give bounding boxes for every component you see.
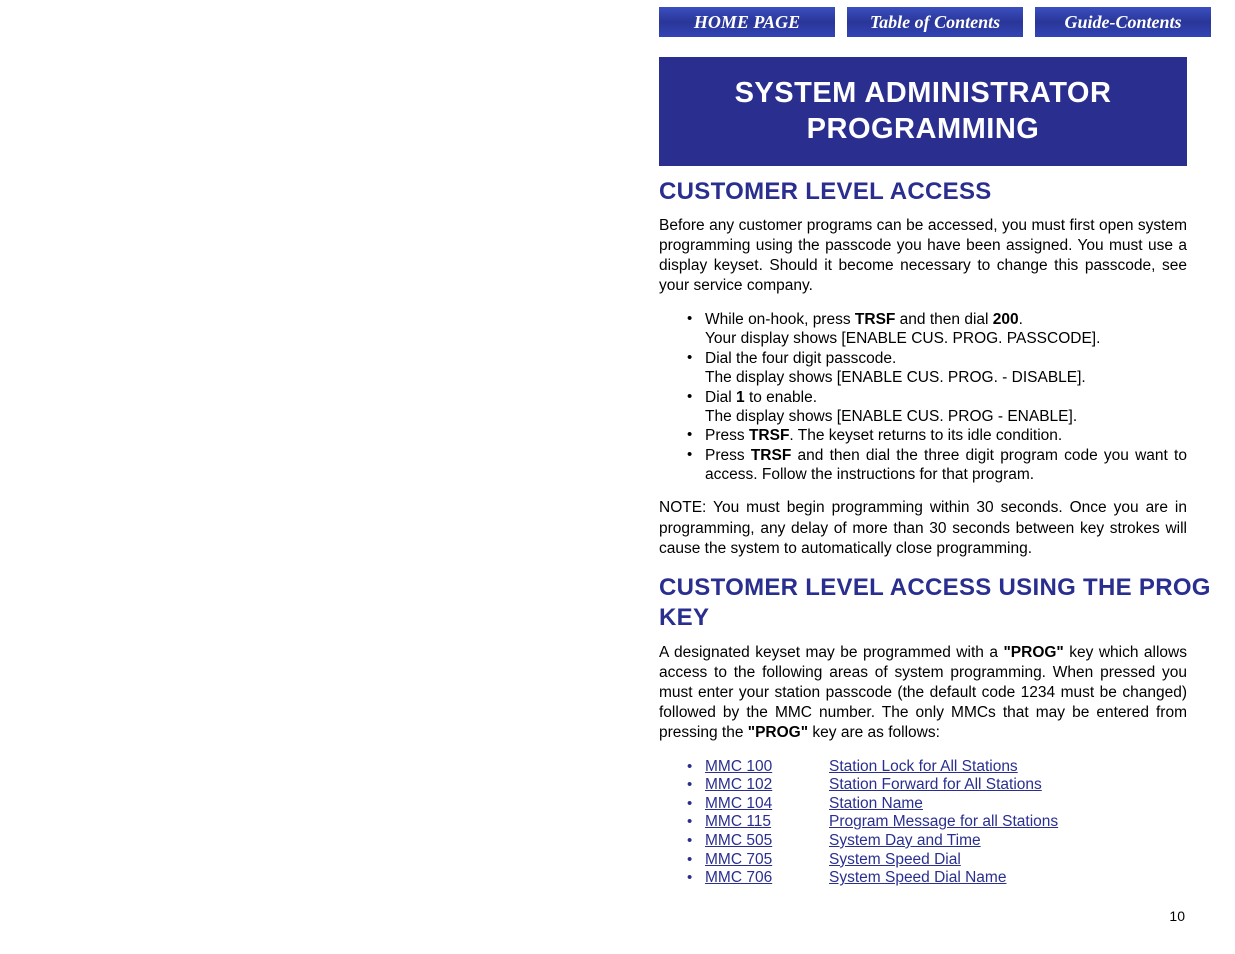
table-of-contents-button[interactable]: Table of Contents xyxy=(847,7,1023,37)
mmc-desc-link[interactable]: System Speed Dial xyxy=(829,851,961,870)
bold-trsf: TRSF xyxy=(855,311,895,328)
text: Your display shows [ENABLE CUS. PROG. PA… xyxy=(705,330,1100,347)
bullet-item: Dial 1 to enable. The display shows [ENA… xyxy=(659,388,1187,427)
mmc-item: MMC 104Station Name xyxy=(659,795,1187,814)
text: Dial the four digit passcode. xyxy=(705,350,896,367)
text: The display shows [ENABLE CUS. PROG. - D… xyxy=(705,369,1086,386)
bold-prog: "PROG" xyxy=(1003,644,1063,661)
text: key are as follows: xyxy=(808,724,940,741)
mmc-code-link[interactable]: MMC 104 xyxy=(705,795,829,814)
section2-intro: A designated keyset may be programmed wi… xyxy=(659,643,1187,744)
mmc-code-link[interactable]: MMC 100 xyxy=(705,758,829,777)
text: to enable. xyxy=(745,389,817,406)
section1-intro: Before any customer programs can be acce… xyxy=(659,216,1187,297)
mmc-desc-link[interactable]: Program Message for all Stations xyxy=(829,813,1058,832)
mmc-desc-link[interactable]: System Speed Dial Name xyxy=(829,869,1006,888)
nav-bar: HOME PAGE Table of Contents Guide-Conten… xyxy=(659,7,1217,37)
bold-200: 200 xyxy=(993,311,1019,328)
section1-note: NOTE: You must begin programming within … xyxy=(659,498,1187,558)
bold-prog: "PROG" xyxy=(748,724,808,741)
bullet-item: Press TRSF. The keyset returns to its id… xyxy=(659,426,1187,445)
bullet-item: Press TRSF and then dial the three digit… xyxy=(659,446,1187,485)
bullet-item: Dial the four digit passcode. The displa… xyxy=(659,349,1187,388)
mmc-desc-link[interactable]: Station Forward for All Stations xyxy=(829,776,1042,795)
text: A designated keyset may be programmed wi… xyxy=(659,644,1003,661)
mmc-item: MMC 706System Speed Dial Name xyxy=(659,869,1187,888)
text: . xyxy=(1019,311,1023,328)
text: While on-hook, press xyxy=(705,311,855,328)
text: . The keyset returns to its idle conditi… xyxy=(789,427,1062,444)
bold-trsf: TRSF xyxy=(751,447,791,464)
bold-1: 1 xyxy=(736,389,745,406)
mmc-code-link[interactable]: MMC 115 xyxy=(705,813,829,832)
mmc-desc-link[interactable]: Station Name xyxy=(829,795,923,814)
section1-bullets: While on-hook, press TRSF and then dial … xyxy=(659,310,1187,484)
section2-heading: CUSTOMER LEVEL ACCESS USING THE PROG KEY xyxy=(659,573,1217,633)
bold-trsf: TRSF xyxy=(749,427,789,444)
mmc-item: MMC 102Station Forward for All Stations xyxy=(659,776,1187,795)
mmc-item: MMC 705System Speed Dial xyxy=(659,851,1187,870)
section1-heading: CUSTOMER LEVEL ACCESS xyxy=(659,178,1217,206)
mmc-item: MMC 100Station Lock for All Stations xyxy=(659,758,1187,777)
mmc-item: MMC 505System Day and Time xyxy=(659,832,1187,851)
mmc-code-link[interactable]: MMC 706 xyxy=(705,869,829,888)
mmc-code-link[interactable]: MMC 102 xyxy=(705,776,829,795)
text: and then dial xyxy=(895,311,992,328)
page-title-banner: SYSTEM ADMINISTRATOR PROGRAMMING xyxy=(659,57,1187,166)
page-number: 10 xyxy=(1169,908,1185,924)
mmc-code-link[interactable]: MMC 705 xyxy=(705,851,829,870)
mmc-code-link[interactable]: MMC 505 xyxy=(705,832,829,851)
bullet-item: While on-hook, press TRSF and then dial … xyxy=(659,310,1187,349)
mmc-list: MMC 100Station Lock for All Stations MMC… xyxy=(659,758,1187,888)
mmc-item: MMC 115Program Message for all Stations xyxy=(659,813,1187,832)
text: Dial xyxy=(705,389,736,406)
guide-contents-button[interactable]: Guide-Contents xyxy=(1035,7,1211,37)
text: The display shows [ENABLE CUS. PROG - EN… xyxy=(705,408,1077,425)
text: Press xyxy=(705,427,749,444)
home-page-button[interactable]: HOME PAGE xyxy=(659,7,835,37)
mmc-desc-link[interactable]: Station Lock for All Stations xyxy=(829,758,1018,777)
mmc-desc-link[interactable]: System Day and Time xyxy=(829,832,981,851)
text: Press xyxy=(705,447,751,464)
